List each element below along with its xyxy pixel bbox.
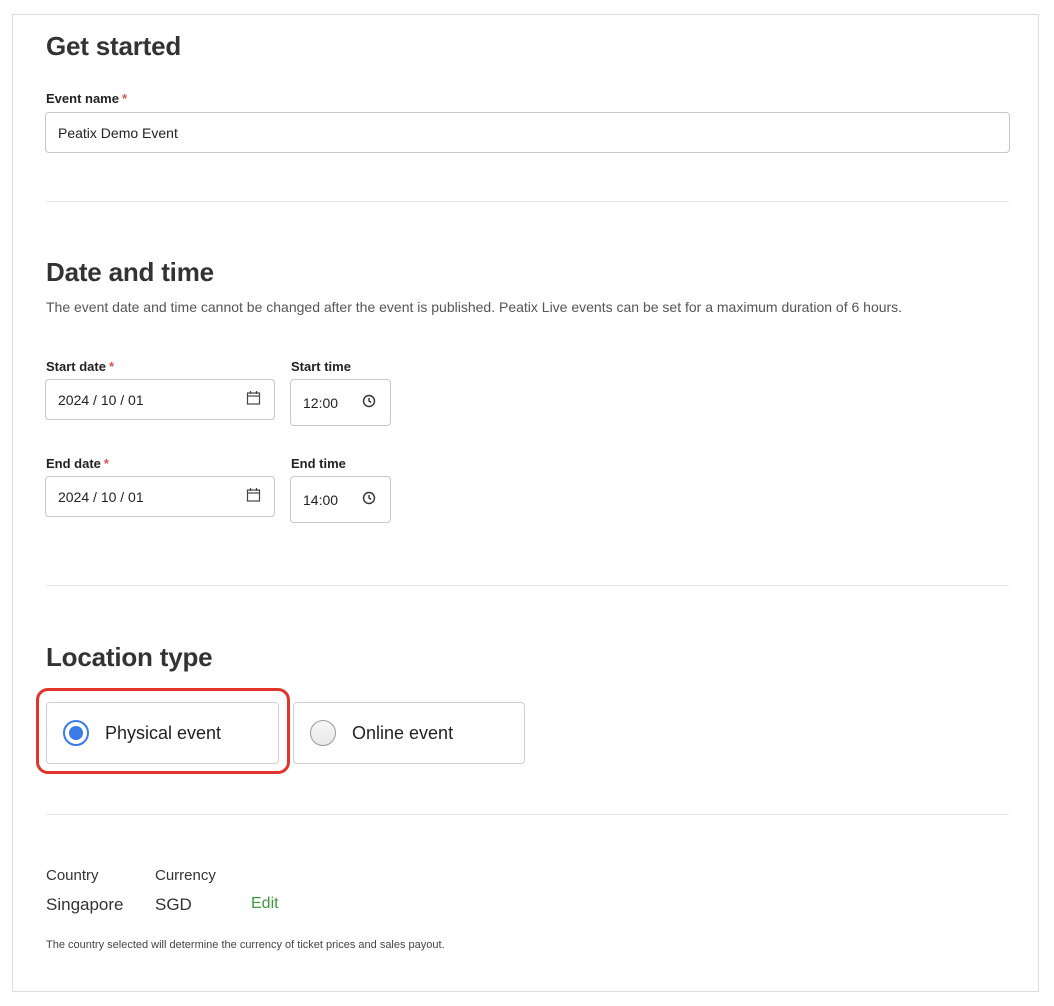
- event-form-card: Get started Event name * Peatix Demo Even…: [12, 14, 1039, 992]
- currency-label: Currency: [155, 867, 216, 884]
- currency-value: SGD: [155, 895, 192, 914]
- date-time-description: The event date and time cannot be change…: [46, 299, 903, 315]
- end-time-value: 14:00: [303, 491, 339, 508]
- country-value: Singapore: [46, 895, 124, 914]
- required-mark: *: [121, 91, 128, 106]
- start-time-label: Start time: [291, 359, 351, 374]
- end-date-label: End date *: [46, 456, 109, 471]
- radio-button-selected[interactable]: [63, 720, 89, 746]
- start-time-input[interactable]: 12:00: [290, 379, 391, 426]
- online-event-label: Online event: [352, 722, 454, 743]
- event-name-label-text: Event name: [46, 91, 119, 106]
- get-started-heading: Get started: [46, 31, 182, 61]
- date-time-heading: Date and time: [46, 257, 214, 287]
- event-name-value: Peatix Demo Event: [58, 124, 178, 141]
- radio-dot: [69, 726, 83, 740]
- end-date-value: 2024 / 10 / 01: [58, 488, 144, 505]
- event-name-input[interactable]: Peatix Demo Event: [45, 112, 1010, 153]
- edit-link[interactable]: Edit: [251, 895, 279, 913]
- start-date-label-text: Start date: [46, 359, 106, 374]
- start-date-label: Start date *: [46, 359, 114, 374]
- end-date-input[interactable]: 2024 / 10 / 01: [45, 476, 275, 517]
- physical-event-option[interactable]: Physical event: [46, 702, 279, 764]
- start-time-value: 12:00: [303, 394, 339, 411]
- end-time-label: End time: [291, 456, 346, 471]
- section-divider: [46, 585, 1009, 586]
- radio-button-unselected[interactable]: [310, 720, 336, 746]
- country-label: Country: [46, 867, 99, 884]
- currency-footnote: The country selected will determine the …: [46, 939, 445, 951]
- start-date-input[interactable]: 2024 / 10 / 01: [45, 379, 275, 420]
- online-event-option[interactable]: Online event: [293, 702, 525, 764]
- section-divider: [46, 814, 1009, 815]
- location-type-heading: Location type: [46, 642, 213, 672]
- clock-icon[interactable]: [362, 394, 376, 411]
- event-name-label: Event name *: [46, 91, 127, 106]
- start-date-value: 2024 / 10 / 01: [58, 391, 144, 408]
- clock-icon[interactable]: [362, 491, 376, 508]
- calendar-icon[interactable]: [246, 487, 262, 506]
- required-mark: *: [108, 359, 115, 374]
- end-date-label-text: End date: [46, 456, 101, 471]
- section-divider: [46, 201, 1009, 202]
- end-time-input[interactable]: 14:00: [290, 476, 391, 523]
- calendar-icon[interactable]: [246, 390, 262, 409]
- physical-event-label: Physical event: [105, 722, 222, 743]
- required-mark: *: [103, 456, 109, 471]
